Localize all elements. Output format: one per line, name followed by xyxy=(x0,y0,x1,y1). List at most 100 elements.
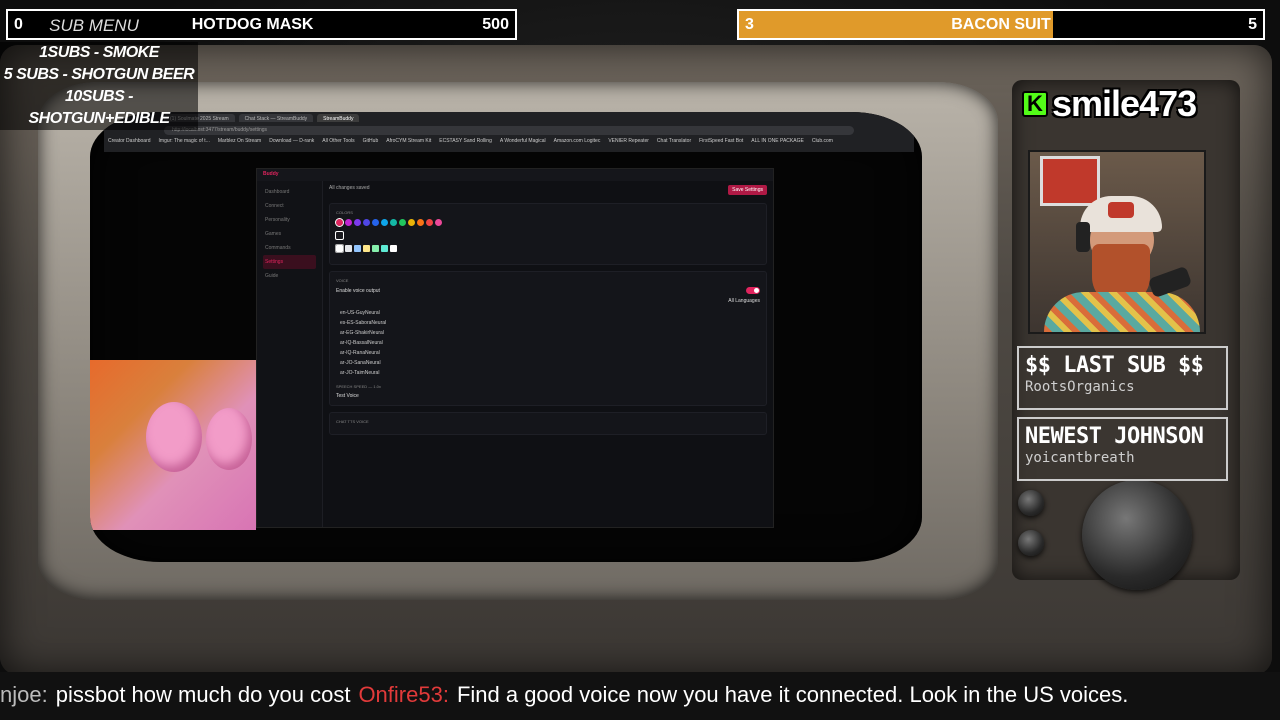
color-swatch[interactable] xyxy=(399,219,406,226)
cap-logo xyxy=(1108,202,1134,218)
color-swatch[interactable] xyxy=(354,219,361,226)
color-swatch[interactable] xyxy=(345,245,352,252)
streambuddy-app: Buddy Dashboard Connect Personality Game… xyxy=(256,168,774,528)
nav-connect[interactable]: Connect xyxy=(263,199,316,213)
nav-settings[interactable]: Settings xyxy=(263,255,316,269)
browser-tabs: (1) Soulmate 2025 Stream Chat Stack — St… xyxy=(104,112,914,124)
accent-swatches xyxy=(335,218,760,227)
streamer-tag: K smile473 xyxy=(1022,82,1232,126)
album-art-overlay xyxy=(90,360,256,530)
voice-option[interactable]: es-ES-SaboraNeural xyxy=(336,318,760,328)
bookmark[interactable]: A Wonderful Magical xyxy=(500,138,546,144)
test-voice-button[interactable]: Test Voice xyxy=(336,393,760,399)
enable-voice-toggle[interactable] xyxy=(746,287,760,294)
chat-username: njoe: xyxy=(0,682,48,707)
webcam-feed xyxy=(1028,150,1206,334)
nav-commands[interactable]: Commands xyxy=(263,241,316,255)
tv-knob-icon xyxy=(1018,530,1044,556)
nav-games[interactable]: Games xyxy=(263,227,316,241)
bookmark[interactable]: GitHub xyxy=(363,138,379,144)
goal-bar-bacon-suit: 3 BACON SUIT 5 xyxy=(737,9,1265,40)
last-sub-label: $$ LAST SUB $$ xyxy=(1025,353,1204,378)
nav-guide[interactable]: Guide xyxy=(263,269,316,283)
bookmark[interactable]: Imgur: The magic of t... xyxy=(159,138,210,144)
language-filter[interactable]: All Languages xyxy=(728,298,760,304)
color-swatch[interactable] xyxy=(363,245,370,252)
face-image xyxy=(146,402,202,472)
voice-option[interactable]: ar-JO-TaimNeural xyxy=(336,368,760,378)
color-swatch[interactable] xyxy=(335,244,344,253)
bookmark[interactable]: Chat Translator xyxy=(657,138,691,144)
speech-speed-label: SPEECH SPEED — 1.0x xyxy=(336,384,381,389)
headset-icon xyxy=(1076,222,1090,252)
color-swatch[interactable] xyxy=(363,219,370,226)
color-swatch[interactable] xyxy=(390,245,397,252)
bookmark[interactable]: AfroCYM Stream Kit xyxy=(386,138,431,144)
save-status: All changes saved xyxy=(329,185,370,191)
color-swatch[interactable] xyxy=(435,219,442,226)
color-swatch[interactable] xyxy=(417,219,424,226)
bookmark[interactable]: Creator Dashboard xyxy=(108,138,151,144)
voice-option[interactable]: ar-IQ-BassalNeural xyxy=(336,338,760,348)
bookmark[interactable]: Club.com xyxy=(812,138,833,144)
app-sidebar: Dashboard Connect Personality Games Comm… xyxy=(257,181,323,527)
enable-voice-label: Enable voice output xyxy=(336,287,380,294)
goal-name: HOTDOG MASK xyxy=(191,15,314,33)
bookmark[interactable]: FirstSpeed Fast Bot xyxy=(699,138,743,144)
bookmark[interactable]: ALL IN ONE PACKAGE xyxy=(751,138,804,144)
goal-target: 500 xyxy=(482,15,509,33)
color-swatch[interactable] xyxy=(335,231,344,240)
color-swatch[interactable] xyxy=(381,219,388,226)
nav-dashboard[interactable]: Dashboard xyxy=(263,185,316,199)
newest-value: yoicantbreath xyxy=(1025,450,1135,466)
poster-image xyxy=(1040,156,1100,206)
color-swatch[interactable] xyxy=(381,245,388,252)
last-sub-box: $$ LAST SUB $$ RootsOrganics xyxy=(1017,346,1228,410)
newest-johnson-box: NEWEST JOHNSON yoicantbreath xyxy=(1017,417,1228,481)
color-swatch[interactable] xyxy=(372,219,379,226)
tv-knob-icon xyxy=(1018,490,1044,516)
save-settings-button[interactable]: Save Settings xyxy=(728,185,767,195)
sub-menu-title: SUB MENU xyxy=(49,16,139,35)
app-main: All changes saved Save Settings COLORS V… xyxy=(329,185,767,527)
voice-option[interactable]: ar-JO-SanaNeural xyxy=(336,358,760,368)
sub-menu-item: 10SUBS - SHOTGUN+EDIBLE xyxy=(28,88,170,127)
tv-screen: (1) Soulmate 2025 Stream Chat Stack — St… xyxy=(90,112,922,562)
sub-menu-item: 5 SUBS - SHOTGUN BEER xyxy=(3,66,195,83)
voice-list: en-US-GuyNeural es-ES-SaboraNeural ar-EG… xyxy=(336,308,760,378)
color-swatch[interactable] xyxy=(426,219,433,226)
face-image xyxy=(206,408,252,470)
color-swatch[interactable] xyxy=(335,218,344,227)
bookmark[interactable]: Marblez On Stream xyxy=(218,138,261,144)
tv-dial-icon xyxy=(1082,480,1192,590)
color-swatch[interactable] xyxy=(372,245,379,252)
chat-message: Find a good voice now you have it connec… xyxy=(456,682,1129,707)
address-bar[interactable]: http://localhost:3477/stream/buddy/setti… xyxy=(164,126,854,135)
sub-menu-items: 1SUBS - SMOKE 5 SUBS - SHOTGUN BEER 10SU… xyxy=(0,42,198,130)
bookmark[interactable]: Download — D-rank xyxy=(269,138,314,144)
voice-option[interactable]: ar-EG-ShakirNeural xyxy=(336,328,760,338)
bookmark[interactable]: All Other Tools xyxy=(322,138,354,144)
bookmark[interactable]: Amazon.com Logitec xyxy=(554,138,601,144)
text-swatches xyxy=(335,244,760,253)
bookmark[interactable]: VENIER Repeater xyxy=(608,138,649,144)
goal-count: 3 xyxy=(745,15,754,33)
chat-username: Onfire53: xyxy=(358,682,449,707)
browser-window: (1) Soulmate 2025 Stream Chat Stack — St… xyxy=(104,112,914,152)
nav-personality[interactable]: Personality xyxy=(263,213,316,227)
browser-tab-active[interactable]: StreamBuddy xyxy=(317,114,360,122)
sub-menu: SUB MENU 1SUBS - SMOKE 5 SUBS - SHOTGUN … xyxy=(0,16,198,130)
color-swatch[interactable] xyxy=(345,219,352,226)
browser-tab[interactable]: Chat Stack — StreamBuddy xyxy=(238,114,314,122)
chat-message: pissbot how much do you cost xyxy=(55,682,351,707)
kick-logo-icon: K xyxy=(1022,91,1048,117)
chat-tts-panel: CHAT TTS VOICE xyxy=(329,412,767,435)
color-swatch[interactable] xyxy=(354,245,361,252)
color-swatch[interactable] xyxy=(390,219,397,226)
voice-title: VOICE xyxy=(336,278,349,283)
voice-option[interactable]: en-US-GuyNeural xyxy=(336,308,760,318)
bookmark[interactable]: ECSTASY Sand Rolling xyxy=(439,138,492,144)
bookmarks-bar: Creator Dashboard Imgur: The magic of t.… xyxy=(104,137,914,145)
voice-option[interactable]: ar-IQ-RanaNeural xyxy=(336,348,760,358)
color-swatch[interactable] xyxy=(408,219,415,226)
